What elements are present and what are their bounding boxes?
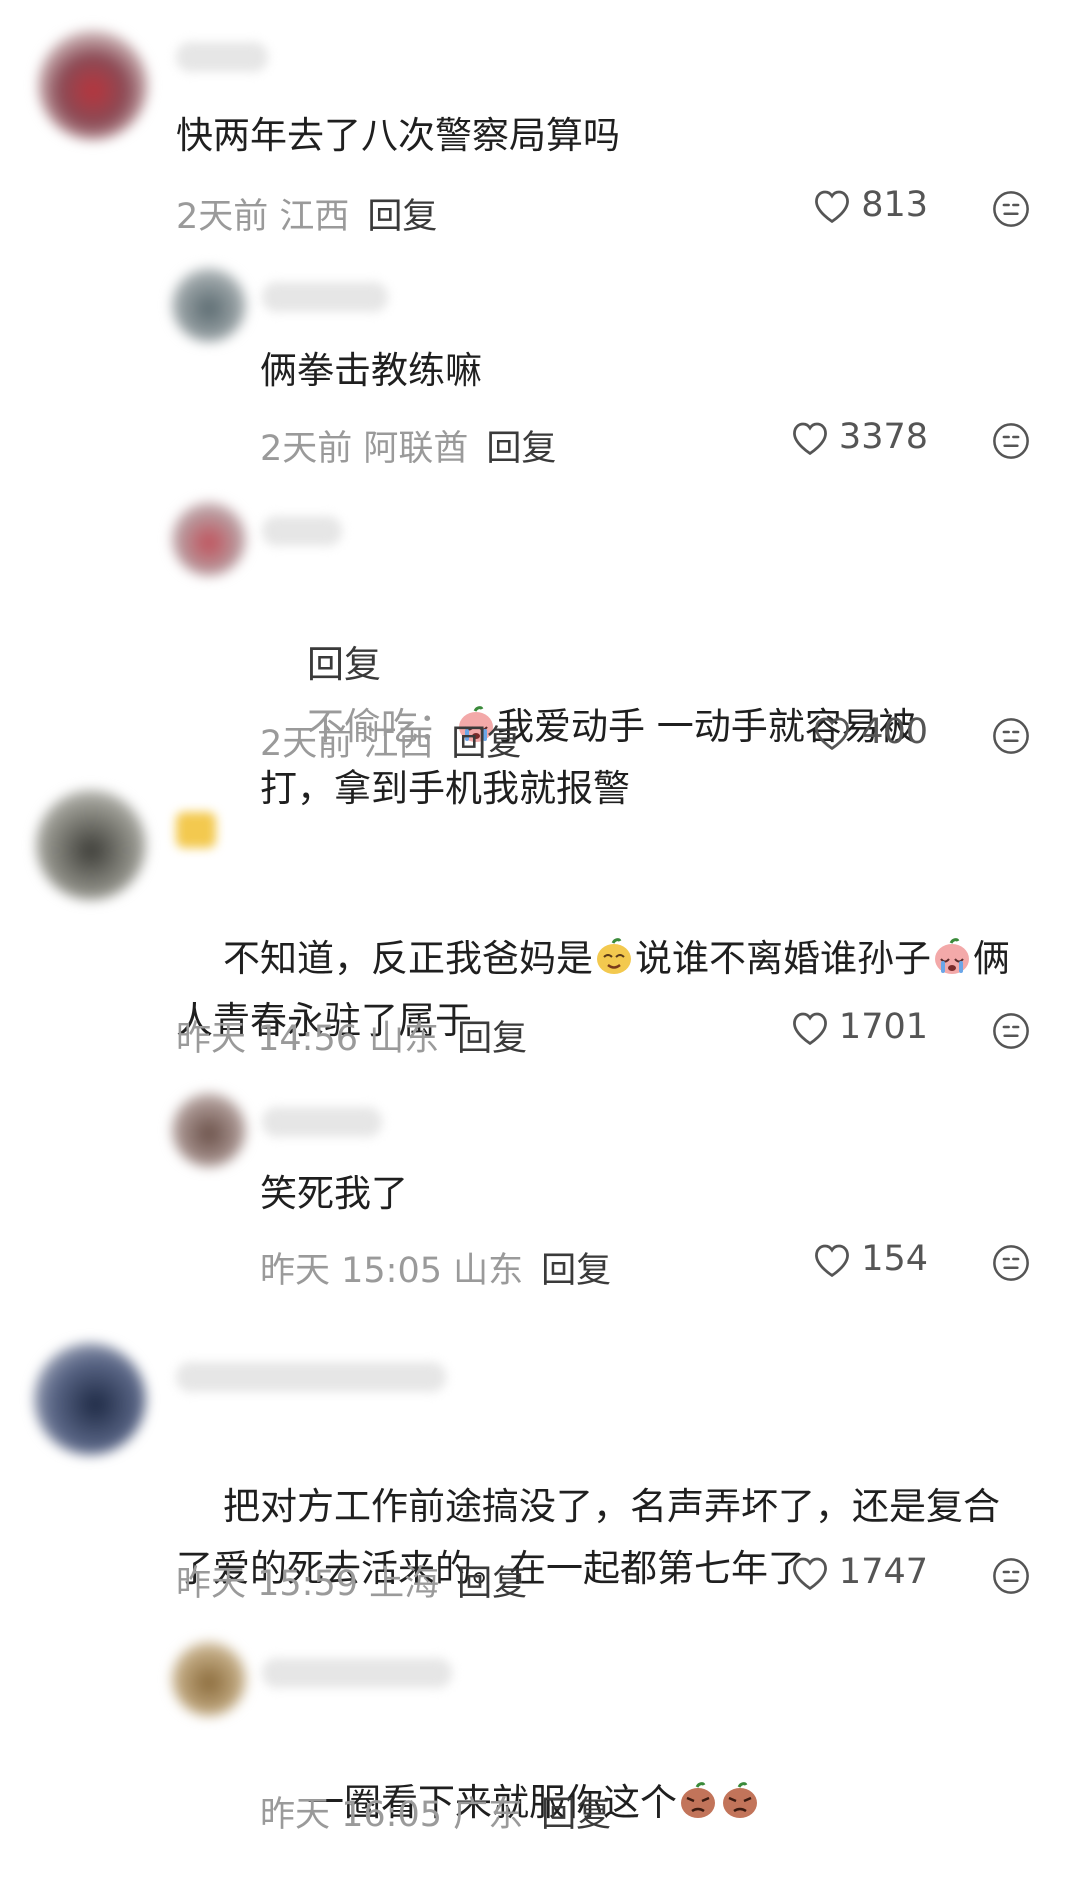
like-button[interactable]: 1701 bbox=[789, 1007, 928, 1047]
smiley-face-icon[interactable] bbox=[992, 717, 1030, 755]
smiley-face-icon[interactable] bbox=[992, 1012, 1030, 1050]
time-location: 2天前 阿联酋 bbox=[260, 429, 469, 469]
comment-meta: 2天前 江西 回复 bbox=[260, 715, 521, 766]
avatar[interactable] bbox=[172, 1093, 246, 1167]
avatar[interactable] bbox=[172, 502, 246, 576]
avatar[interactable] bbox=[38, 30, 148, 140]
time-location: 昨天 15:59 上海 bbox=[176, 1564, 440, 1604]
reply-button[interactable]: 回复 bbox=[486, 429, 556, 469]
smiley-face-icon[interactable] bbox=[992, 422, 1030, 460]
heart-outline-icon bbox=[792, 422, 827, 456]
smiley-face-icon[interactable] bbox=[992, 1244, 1030, 1282]
reply-button[interactable]: 回复 bbox=[451, 724, 521, 764]
time-location: 昨天 15:05 山东 bbox=[260, 1251, 524, 1291]
comment-text-part3: 俩 bbox=[973, 937, 1011, 980]
like-button[interactable]: 400 bbox=[811, 712, 928, 752]
comment-text-line1: 把对方工作前途搞没了，名声弄坏了，还是复合 bbox=[223, 1485, 1001, 1528]
reply-button[interactable]: 回复 bbox=[367, 197, 437, 237]
like-button[interactable]: 1747 bbox=[789, 1552, 928, 1592]
crying-face-icon bbox=[935, 938, 970, 974]
username-badge[interactable] bbox=[176, 812, 216, 848]
username-blurred[interactable] bbox=[262, 282, 388, 312]
time-location: 2天前 江西 bbox=[260, 724, 434, 764]
like-button[interactable]: 3378 bbox=[789, 417, 928, 457]
avatar[interactable] bbox=[172, 268, 246, 342]
reply-button[interactable]: 回复 bbox=[541, 1251, 611, 1291]
comment-meta: 昨天 15:05 山东 回复 bbox=[260, 1242, 611, 1293]
like-button[interactable]: 154 bbox=[811, 1239, 928, 1279]
like-count: 154 bbox=[861, 1239, 928, 1279]
smug-face-icon bbox=[597, 938, 632, 974]
angry-face-icon bbox=[723, 1782, 758, 1818]
like-count: 1701 bbox=[838, 1007, 928, 1047]
comment-text: 笑死我了 bbox=[260, 1172, 408, 1215]
like-count: 813 bbox=[861, 185, 928, 225]
comment-meta: 2天前 阿联酋 回复 bbox=[260, 420, 556, 471]
username-blurred[interactable] bbox=[176, 42, 268, 72]
comment-meta: 昨天 14:56 山东 回复 bbox=[176, 1010, 527, 1061]
like-count: 1747 bbox=[838, 1552, 928, 1592]
username-blurred[interactable] bbox=[262, 1658, 452, 1688]
smiley-face-icon[interactable] bbox=[992, 190, 1030, 228]
avatar[interactable] bbox=[34, 1343, 146, 1455]
comment-text: 不知道，反正我爸妈是 说谁不离婚谁孙子俩人青春永驻了属于 bbox=[176, 866, 1056, 1114]
comment-text: 俩拳击教练嘛 bbox=[260, 349, 482, 392]
comment-meta: 2天前 江西 回复 bbox=[176, 188, 437, 239]
heart-outline-icon bbox=[792, 1557, 827, 1591]
like-button[interactable]: 813 bbox=[811, 185, 928, 225]
heart-outline-icon bbox=[815, 717, 850, 751]
comment-text-part1: 不知道，反正我爸妈是 bbox=[223, 937, 594, 980]
reply-button[interactable]: 回复 bbox=[541, 1795, 611, 1835]
username-blurred[interactable] bbox=[262, 1107, 382, 1137]
heart-outline-icon bbox=[815, 1244, 850, 1278]
time-location: 2天前 江西 bbox=[176, 197, 350, 237]
heart-outline-icon bbox=[792, 1012, 827, 1046]
time-location: 昨天 16:05 广东 bbox=[260, 1795, 524, 1835]
comment-text-part2: 说谁不离婚谁孙子 bbox=[635, 937, 932, 980]
comment-meta: 昨天 15:59 上海 回复 bbox=[176, 1555, 527, 1606]
angry-face-icon bbox=[681, 1782, 716, 1818]
avatar[interactable] bbox=[172, 1642, 246, 1716]
like-count: 400 bbox=[861, 712, 928, 752]
reply-prefix: 回复 bbox=[307, 643, 382, 686]
username-blurred[interactable] bbox=[262, 516, 342, 546]
avatar[interactable] bbox=[36, 790, 146, 900]
smiley-face-icon[interactable] bbox=[992, 1557, 1030, 1595]
reply-button[interactable]: 回复 bbox=[457, 1019, 527, 1059]
heart-outline-icon bbox=[815, 190, 850, 224]
reply-text-line2: 打，拿到手机我就报警 bbox=[260, 767, 630, 810]
comment-text: 快两年去了八次警察局算吗 bbox=[176, 114, 620, 157]
username-blurred[interactable] bbox=[176, 1362, 446, 1392]
time-location: 昨天 14:56 山东 bbox=[176, 1019, 440, 1059]
like-count: 3378 bbox=[838, 417, 928, 457]
comment-meta: 昨天 16:05 广东 回复 bbox=[260, 1786, 611, 1837]
comment-text: 把对方工作前途搞没了，名声弄坏了，还是复合 了爱的死去活来的。在一起都第七年了 bbox=[176, 1414, 1056, 1662]
reply-button[interactable]: 回复 bbox=[457, 1564, 527, 1604]
